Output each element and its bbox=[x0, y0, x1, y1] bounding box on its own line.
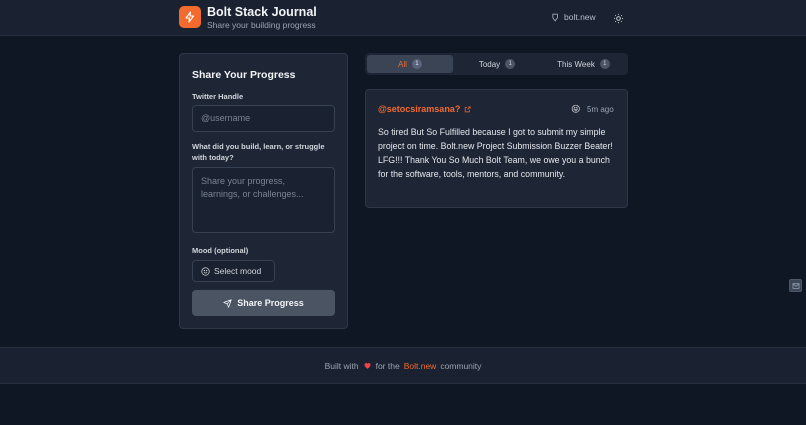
feedback-widget-icon[interactable] bbox=[789, 279, 802, 292]
footer-bolt-link[interactable]: Bolt.new bbox=[404, 361, 437, 371]
bolt-link-icon bbox=[552, 13, 558, 21]
post-card: @setocsiramsana? 😝 5m ago So tired But S… bbox=[365, 89, 628, 208]
tab-this-week[interactable]: This Week 1 bbox=[541, 55, 626, 73]
heart-icon bbox=[364, 363, 371, 369]
tab-all-count: 1 bbox=[411, 59, 422, 69]
post-user-link[interactable]: @setocsiramsana? bbox=[378, 104, 471, 114]
tab-this-week-count: 1 bbox=[599, 59, 610, 69]
select-mood-label: Select mood bbox=[214, 266, 262, 276]
progress-label: What did you build, learn, or struggle w… bbox=[192, 142, 325, 162]
bolt-link-label: bolt.new bbox=[564, 12, 596, 22]
footer-community: community bbox=[440, 360, 482, 371]
tab-all-label: All bbox=[398, 59, 407, 69]
app-title: Bolt Stack Journal bbox=[207, 5, 317, 19]
share-form-card: Share Your Progress Twitter Handle @user… bbox=[179, 53, 348, 329]
twitter-handle-input[interactable]: @username bbox=[192, 105, 335, 132]
send-icon bbox=[223, 298, 232, 308]
tab-all[interactable]: All 1 bbox=[367, 55, 453, 73]
twitter-handle-label: Twitter Handle bbox=[192, 92, 244, 101]
app-subtitle: Share your building progress bbox=[207, 20, 316, 30]
tab-this-week-label: This Week bbox=[557, 59, 595, 69]
form-title: Share Your Progress bbox=[192, 69, 296, 81]
external-link-icon bbox=[465, 106, 471, 112]
filter-tabs: All 1 Today 1 This Week 1 bbox=[365, 53, 628, 75]
mood-label: Mood (optional) bbox=[192, 246, 249, 255]
bolt-logo-icon bbox=[179, 6, 201, 28]
tab-today-count: 1 bbox=[505, 59, 516, 69]
tab-today-label: Today bbox=[478, 59, 501, 69]
progress-textarea[interactable]: Share your progress, learnings, or chall… bbox=[192, 167, 335, 233]
footer-built-with: Built with bbox=[324, 360, 359, 371]
share-progress-label: Share Progress bbox=[237, 298, 304, 308]
theme-toggle-sun-icon[interactable] bbox=[612, 12, 624, 24]
smile-icon bbox=[201, 266, 210, 276]
footer-for-the: for the bbox=[375, 360, 400, 371]
app-footer: Built with for the Bolt.new community bbox=[0, 347, 806, 384]
post-mood-emoji: 😝 bbox=[571, 104, 581, 114]
post-timestamp: 5m ago bbox=[587, 105, 614, 114]
select-mood-button[interactable]: Select mood bbox=[192, 260, 275, 282]
app-header: Bolt Stack Journal Share your building p… bbox=[0, 0, 806, 36]
post-body: So tired But So Fulfilled because I got … bbox=[378, 127, 613, 179]
share-progress-button[interactable]: Share Progress bbox=[192, 290, 335, 316]
bolt-new-link[interactable]: bolt.new bbox=[551, 12, 596, 22]
post-user-handle: @setocsiramsana? bbox=[378, 104, 461, 114]
tab-today[interactable]: Today 1 bbox=[454, 55, 540, 73]
